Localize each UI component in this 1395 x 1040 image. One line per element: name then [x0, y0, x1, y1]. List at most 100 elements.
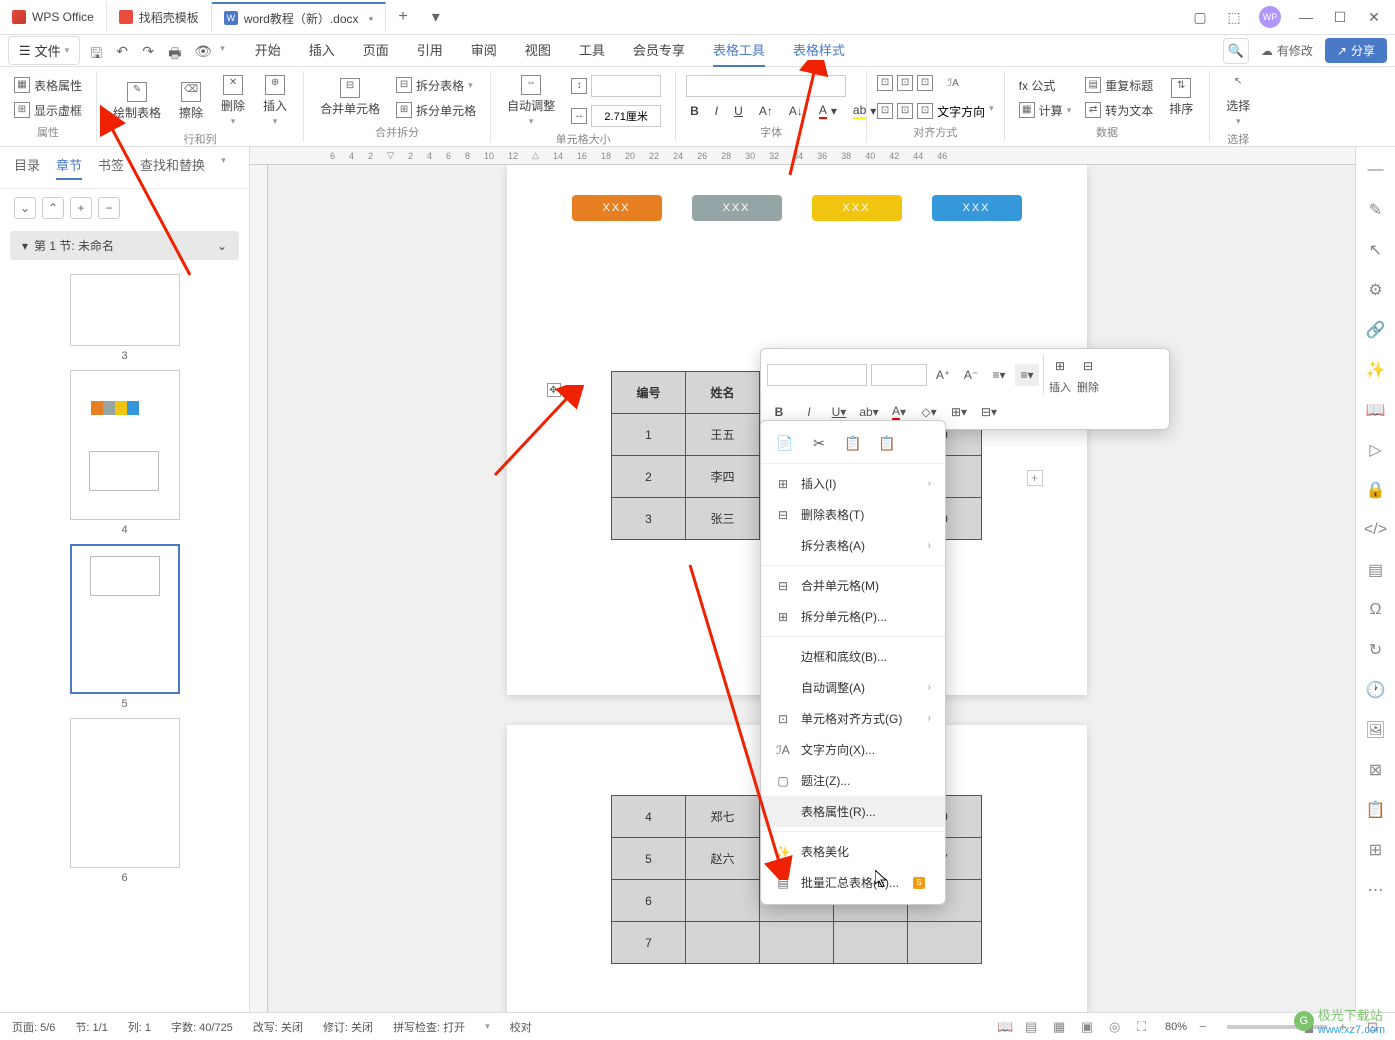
link-icon[interactable]: 🔗 [1365, 319, 1387, 341]
qat-more-icon[interactable]: ▾ [220, 43, 225, 59]
file-menu[interactable]: ☰ 文件 ▾ [8, 36, 80, 65]
fullscreen-icon[interactable]: ⛶ [1137, 1019, 1153, 1035]
ctx-borders[interactable]: 边框和底纹(B)... [761, 641, 945, 672]
font-grow-icon[interactable]: A⁺ [931, 364, 955, 386]
close-icon[interactable]: ✕ [1365, 8, 1383, 26]
share-button[interactable]: ↗分享 [1325, 38, 1387, 63]
new-tab-button[interactable]: + [386, 8, 419, 26]
ctx-cell-align[interactable]: ⊡单元格对齐方式(G)› [761, 703, 945, 734]
mini-font-select[interactable] [767, 364, 867, 386]
font-size-down-icon[interactable]: A↓ [785, 101, 807, 121]
table-properties-button[interactable]: ▦表格属性 [10, 75, 86, 96]
maximize-icon[interactable]: ☐ [1331, 8, 1349, 26]
status-proof[interactable]: 校对 [510, 1019, 532, 1035]
redo-icon[interactable]: ↷ [142, 43, 158, 59]
nav-tab-bookmarks[interactable]: 书签 [98, 155, 124, 180]
ctx-merge-cells[interactable]: ⊟合并单元格(M) [761, 570, 945, 601]
border-icon[interactable]: ⊞▾ [947, 401, 971, 423]
refresh-icon[interactable]: ↻ [1365, 639, 1387, 661]
page-thumbnail[interactable] [70, 544, 180, 694]
page-thumbnail[interactable] [70, 718, 180, 868]
insert-rowcol-button[interactable]: ⊕插入▾ [257, 73, 293, 129]
ctx-text-direction[interactable]: ℐA文字方向(X)... [761, 734, 945, 765]
vertical-ruler[interactable] [250, 165, 268, 1012]
settings-icon[interactable]: ⚙ [1365, 279, 1387, 301]
nav-tab-findreplace[interactable]: 查找和替换 [140, 155, 205, 180]
ctx-autofit[interactable]: 自动调整(A)› [761, 672, 945, 703]
menu-page[interactable]: 页面 [363, 34, 389, 67]
status-overwrite[interactable]: 改写: 关闭 [253, 1019, 303, 1035]
omega-icon[interactable]: Ω [1365, 599, 1387, 621]
mini-size-select[interactable] [871, 364, 927, 386]
nav-tab-toc[interactable]: 目录 [14, 155, 40, 180]
clock-icon[interactable]: 🕐 [1365, 679, 1387, 701]
height-field[interactable] [591, 75, 661, 97]
layout-view-icon[interactable]: ▤ [1025, 1019, 1041, 1035]
line-spacing-icon[interactable]: ≡▾ [987, 364, 1011, 386]
sort-button[interactable]: ⇅排序 [1163, 76, 1199, 119]
undo-icon[interactable]: ↶ [116, 43, 132, 59]
nav-more-icon[interactable]: ▾ [221, 155, 226, 180]
menu-insert[interactable]: 插入 [309, 34, 335, 67]
save-icon[interactable]: 🖫 [90, 43, 106, 59]
split-cells-button[interactable]: ⊞拆分单元格 [392, 100, 480, 121]
layout-icon[interactable]: ▤ [1365, 559, 1387, 581]
align-br-icon[interactable]: ⊡ [917, 103, 933, 119]
cursor-icon[interactable]: ↖ [1365, 239, 1387, 261]
nav-remove-button[interactable]: − [98, 197, 120, 219]
status-page[interactable]: 页面: 5/6 [12, 1019, 55, 1035]
tab-wps-home[interactable]: WPS Office [0, 2, 107, 32]
width-field[interactable] [591, 105, 661, 127]
bold-button[interactable]: B [686, 101, 703, 121]
formula-button[interactable]: fx 公式 [1015, 75, 1076, 96]
ctx-batch-summary[interactable]: ▤批量汇总表格(E)...S [761, 867, 945, 898]
user-avatar[interactable]: WP [1259, 6, 1281, 28]
lock-icon[interactable]: 🔒 [1365, 479, 1387, 501]
zoom-level[interactable]: 80% [1165, 1021, 1187, 1033]
align-tc-icon[interactable]: ⊡ [897, 75, 913, 91]
ctx-delete-table[interactable]: ⊟删除表格(T) [761, 499, 945, 530]
text-direction-button[interactable]: ℐA [937, 75, 969, 99]
align-bl-icon[interactable]: ⊡ [877, 103, 893, 119]
menu-view[interactable]: 视图 [525, 34, 551, 67]
menu-reference[interactable]: 引用 [417, 34, 443, 67]
nav-add-button[interactable]: + [70, 197, 92, 219]
italic-button[interactable]: I [711, 101, 722, 121]
autofit-button[interactable]: ⇔自动调整▾ [501, 73, 561, 129]
nav-collapse-button[interactable]: ⌄ [14, 197, 36, 219]
outline-view-icon[interactable]: ▣ [1081, 1019, 1097, 1035]
print-icon[interactable]: 🖶 [168, 43, 184, 59]
font-shrink-icon[interactable]: A⁻ [959, 364, 983, 386]
zoom-out-icon[interactable]: − [1199, 1019, 1215, 1035]
align-tr-icon[interactable]: ⊡ [917, 75, 933, 91]
tab-template[interactable]: 找稻壳模板 [107, 2, 212, 32]
delete-rows-icon[interactable]: ⊟ [1076, 355, 1100, 377]
image-icon[interactable]: 🖼 [1365, 719, 1387, 741]
book-icon[interactable]: 📖 [1365, 399, 1387, 421]
merge-cells-button[interactable]: ⊟合并单元格 [314, 76, 386, 119]
page-thumbnail[interactable] [70, 274, 180, 346]
reading-mode-icon[interactable]: 📖 [997, 1019, 1013, 1035]
cube-icon[interactable]: ⬚ [1225, 8, 1243, 26]
menu-start[interactable]: 开始 [255, 34, 281, 67]
delete-button[interactable]: ✕删除▾ [215, 73, 251, 129]
col-width-input[interactable]: ↔ [567, 103, 665, 129]
merge-icon[interactable]: ⊟▾ [977, 401, 1001, 423]
underline-button[interactable]: U [730, 101, 747, 121]
play-icon[interactable]: ▷ [1365, 439, 1387, 461]
copy-icon[interactable]: 📄 [775, 433, 795, 453]
align-icon[interactable]: ≡▾ [1015, 364, 1039, 386]
status-wordcount[interactable]: 字数: 40/725 [171, 1019, 233, 1035]
menu-table-tools[interactable]: 表格工具 [713, 34, 765, 67]
preview-icon[interactable]: 👁 [194, 43, 210, 59]
ctx-split-table[interactable]: 拆分表格(A)› [761, 530, 945, 561]
section-item[interactable]: ▾ 第 1 节: 未命名 ⌄ [10, 231, 239, 260]
ctx-caption[interactable]: ▢题注(Z)... [761, 765, 945, 796]
clipboard-icon[interactable]: 📋 [1365, 799, 1387, 821]
eraser-button[interactable]: ⌫擦除 [173, 80, 209, 123]
status-spellcheck[interactable]: 拼写检查: 打开 [393, 1019, 465, 1035]
show-gridlines-button[interactable]: ⊞显示虚框 [10, 100, 86, 121]
status-track[interactable]: 修订: 关闭 [323, 1019, 373, 1035]
ctx-table-properties[interactable]: 表格属性(R)... [761, 796, 945, 827]
pencil-icon[interactable]: ✎ [1365, 199, 1387, 221]
